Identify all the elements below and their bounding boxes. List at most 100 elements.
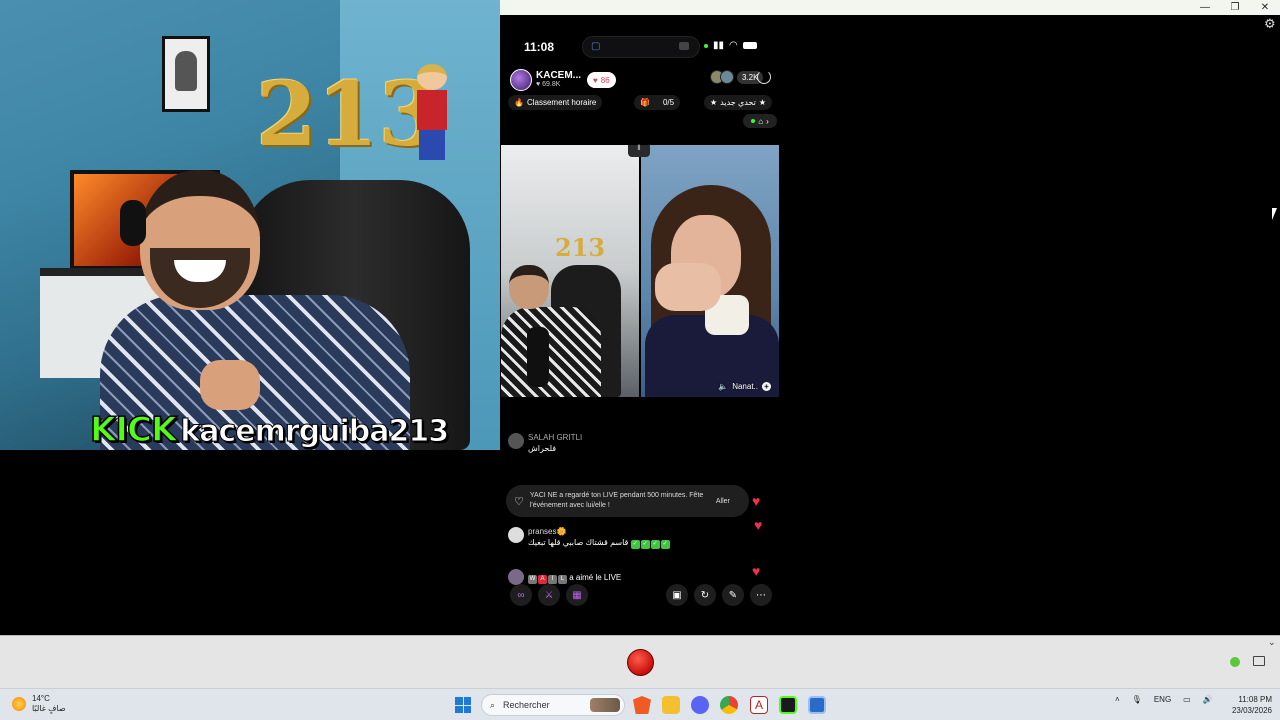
record-button[interactable]	[627, 649, 654, 676]
challenge-label: تحدي جديد	[720, 98, 756, 107]
battle-icon[interactable]: ⚔	[538, 584, 560, 606]
hourly-ranking-label: Classement horaire	[526, 98, 597, 107]
search-placeholder: Rechercher	[503, 700, 550, 710]
phone-mirror-panel: 11:08 ▢ ▮▮ ◠ KACEM... ♥ 69.8K ♥ 86 3.2K …	[500, 15, 780, 635]
more-icon[interactable]: ⋯	[750, 584, 772, 606]
phone-link-icon[interactable]	[808, 696, 826, 714]
edit-icon[interactable]: ✎	[722, 584, 744, 606]
mini-balloon-number: 213	[555, 233, 606, 262]
file-explorer-icon[interactable]	[662, 696, 680, 714]
apps-grid-icon[interactable]: ▦	[566, 584, 588, 606]
kick-username: kacemrguiba213	[180, 414, 450, 450]
online-dot-icon	[751, 119, 756, 123]
link-guest-icon[interactable]: ∞	[510, 584, 532, 606]
chat-avatar[interactable]	[508, 527, 524, 543]
chat-avatar[interactable]	[508, 433, 524, 449]
chevron-up-icon[interactable]: ˄	[1115, 695, 1120, 704]
gear-icon[interactable]: ⚙	[1264, 16, 1276, 32]
chrome-icon[interactable]	[720, 696, 738, 714]
acrobat-icon[interactable]: A	[750, 696, 768, 714]
mini-microphone	[527, 327, 549, 387]
clock-date: 23/03/2026	[1231, 706, 1272, 715]
minimize-button[interactable]: —	[1190, 0, 1220, 15]
webcam-balloon-number: 213	[256, 62, 440, 166]
window-title-bar: — ❐ ✕	[500, 0, 1280, 15]
brave-browser-icon[interactable]	[633, 696, 651, 714]
floating-heart-icon: ♥	[752, 563, 761, 579]
watch-milestone-notice: ♡ YACI NE a regardé ton LIVE pendant 500…	[506, 485, 749, 517]
microphone-icon[interactable]: 🎙	[1132, 695, 1142, 704]
kick-logo: KICK	[89, 409, 178, 450]
status-dot-icon	[1230, 657, 1240, 667]
clock-time: 11:08 PM	[1238, 695, 1272, 704]
volume-icon[interactable]: 🔊	[1203, 695, 1213, 704]
challenge-tag[interactable]: ★ تحدي جديد ★	[704, 95, 772, 110]
chat-username[interactable]: pranses🌼	[528, 527, 670, 536]
search-icon: ⌕	[490, 699, 496, 710]
mini-host	[501, 265, 601, 397]
guest-label[interactable]: 🔈 Nanat.. +	[718, 382, 771, 391]
gift-icon: 🎁	[640, 98, 650, 107]
viewer-group[interactable]: 3.2K	[710, 70, 764, 84]
kick-app-icon[interactable]	[779, 696, 797, 714]
heart-icon: ♥	[593, 75, 598, 85]
discord-icon[interactable]	[691, 696, 709, 714]
audio-level-icon[interactable]: ⫴	[628, 145, 650, 157]
mouse-cursor-icon	[1272, 208, 1277, 220]
chat-message: SALAH GRITLI فلحراش	[508, 433, 582, 453]
chevron-right-icon: ›	[766, 116, 769, 126]
go-button[interactable]: Aller	[716, 498, 730, 505]
webcam-poster	[162, 36, 210, 112]
weather-widget[interactable]: 14°C صافٍ غالبًا	[12, 694, 66, 714]
taskbar-clock[interactable]: 11:08 PM 23/03/2026	[1222, 694, 1272, 716]
media-icon[interactable]: ▣	[666, 584, 688, 606]
heart-outline-icon: ♡	[514, 495, 524, 508]
multi-guest-video-grid: 213 🔈 Nanat.. + ⫴	[501, 145, 779, 397]
username-badge-icons: WAIL	[528, 574, 567, 584]
power-icon[interactable]	[757, 70, 771, 84]
live-host-row: KACEM... ♥ 69.8K ♥ 86 3.2K	[510, 68, 775, 92]
checkmark-emoji-icons: ✓ ✓ ✓ ✓	[630, 540, 670, 549]
battery-icon	[742, 42, 757, 49]
live-tag-row: 🔥 Classement horaire 🎁 0/5 ★ تحدي جديد ★	[508, 95, 776, 111]
language-indicator[interactable]: ENG	[1154, 695, 1171, 704]
like-counter[interactable]: ♥ 86	[587, 72, 616, 88]
host-video-tile[interactable]: 213	[501, 145, 639, 397]
webcam-figurine	[414, 64, 450, 164]
taskbar-search-box[interactable]: ⌕ Rechercher	[481, 694, 625, 716]
host-avatar[interactable]	[510, 69, 532, 91]
chat-text: قاسم قشتاك صاببي قلها تبغيك ✓ ✓ ✓ ✓	[528, 538, 670, 549]
phone-status-icons: ▮▮ ◠	[704, 40, 757, 51]
camera-active-icon	[704, 43, 708, 48]
close-button[interactable]: ✕	[1250, 0, 1280, 15]
folder-icon[interactable]	[1253, 656, 1265, 666]
weather-temperature: 14°C	[32, 694, 50, 703]
gift-progress-tag[interactable]: 🎁 0/5	[634, 95, 681, 110]
host-info[interactable]: KACEM... ♥ 69.8K	[536, 71, 581, 89]
chevron-down-icon[interactable]: ⌄	[1268, 637, 1276, 648]
gift-progress-label: 0/5	[662, 98, 675, 107]
phone-status-time: 11:08	[524, 40, 555, 54]
desktop-screen: 213 KICK kacemrguiba213 — ❐ ✕ ⚙ 11:08 ▢	[0, 0, 1280, 720]
home-icon: ⌂	[758, 116, 764, 126]
host-name: KACEM...	[536, 70, 581, 81]
screen-recorder-bar: ⌄	[0, 635, 1280, 688]
chat-avatar[interactable]	[508, 569, 524, 585]
live-tools-toggle[interactable]: ⌂ ›	[743, 114, 777, 128]
weather-description: صافٍ غالبًا	[32, 704, 66, 713]
guest-video-tile[interactable]: 🔈 Nanat.. +	[641, 145, 779, 397]
network-icon[interactable]: ▭	[1183, 695, 1191, 704]
camera-indicator-icon	[679, 42, 689, 50]
windows-start-icon[interactable]	[455, 697, 471, 713]
add-guest-icon[interactable]: +	[762, 382, 771, 391]
floating-heart-icon: ♥	[752, 493, 761, 509]
chat-username[interactable]: SALAH GRITLI	[528, 433, 582, 442]
star-icon: ★	[758, 98, 766, 107]
kick-overlay-banner: KICK kacemrguiba213	[89, 409, 450, 450]
share-icon[interactable]: ↻	[694, 584, 716, 606]
hourly-ranking-tag[interactable]: 🔥 Classement horaire	[508, 95, 603, 110]
chat-message: WAIL a aimé le LIVE	[508, 569, 621, 585]
like-count: 86	[600, 75, 610, 85]
host-followers: ♥ 69.8K	[536, 81, 561, 88]
restore-button[interactable]: ❐	[1220, 0, 1250, 15]
